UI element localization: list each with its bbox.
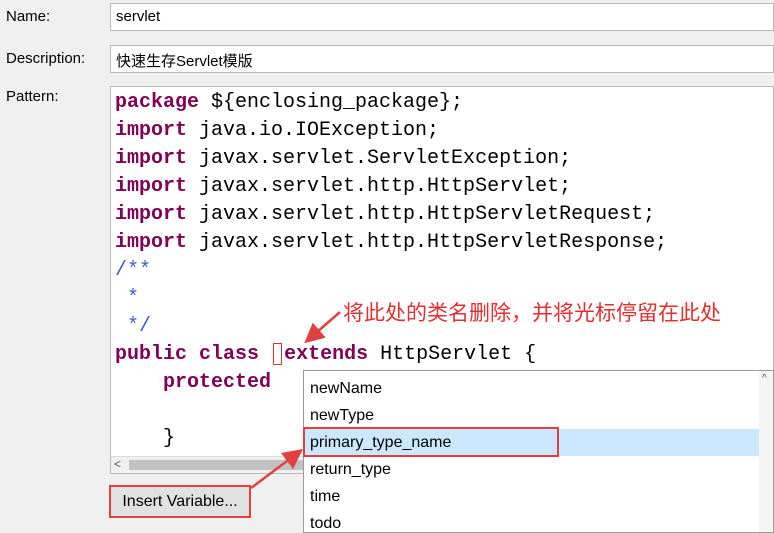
name-label: Name: <box>6 8 51 25</box>
code-text: } <box>163 427 176 450</box>
code-text: javax.servlet.ServletException; <box>187 147 572 170</box>
code-comment: * <box>115 287 140 310</box>
popup-vertical-scrollbar[interactable]: ^ <box>759 371 773 532</box>
variable-suggestion-popup[interactable]: newName newType primary_type_name return… <box>303 370 774 533</box>
code-keyword: import <box>115 147 188 170</box>
scroll-left-arrow-icon[interactable]: < <box>114 457 121 471</box>
list-item-return-type[interactable]: return_type <box>304 456 773 483</box>
name-input[interactable]: servlet <box>110 3 774 31</box>
code-keyword: import <box>115 203 188 226</box>
code-text: java.io.IOException; <box>187 119 440 142</box>
text-cursor-marker <box>273 342 283 365</box>
code-text: javax.servlet.http.HttpServletRequest; <box>187 203 656 226</box>
code-keyword: package <box>115 91 200 114</box>
code-keyword: class <box>199 343 260 366</box>
code-text: javax.servlet.http.HttpServletResponse; <box>187 231 668 254</box>
code-text: HttpServlet { <box>368 343 537 366</box>
list-item-newtype[interactable]: newType <box>304 402 773 429</box>
code-text: javax.servlet.http.HttpServlet; <box>187 175 572 198</box>
pattern-label: Pattern: <box>6 88 59 105</box>
code-keyword: import <box>115 175 188 198</box>
insert-variable-button[interactable]: Insert Variable... <box>109 485 251 518</box>
code-keyword: import <box>115 231 188 254</box>
list-item-time[interactable]: time <box>304 483 773 510</box>
code-comment: /** <box>115 259 152 282</box>
list-item-todo[interactable]: todo <box>304 510 773 532</box>
code-keyword: extends <box>284 343 369 366</box>
code-keyword: public <box>115 343 188 366</box>
description-label: Description: <box>6 50 86 67</box>
scrollbar-thumb[interactable] <box>129 460 304 470</box>
code-keyword: protected <box>163 371 272 394</box>
scroll-up-arrow-icon[interactable]: ^ <box>762 373 767 384</box>
code-keyword: import <box>115 119 188 142</box>
list-item-primary-type-name[interactable]: primary_type_name <box>304 429 773 456</box>
code-text: ${enclosing_package}; <box>199 91 464 114</box>
list-item-newname[interactable]: newName <box>304 375 773 402</box>
description-input[interactable]: 快速生存Servlet模版 <box>110 45 774 73</box>
annotation-text: 将此处的类名删除，并将光标停留在此处 <box>343 302 721 325</box>
code-comment: */ <box>115 315 152 338</box>
